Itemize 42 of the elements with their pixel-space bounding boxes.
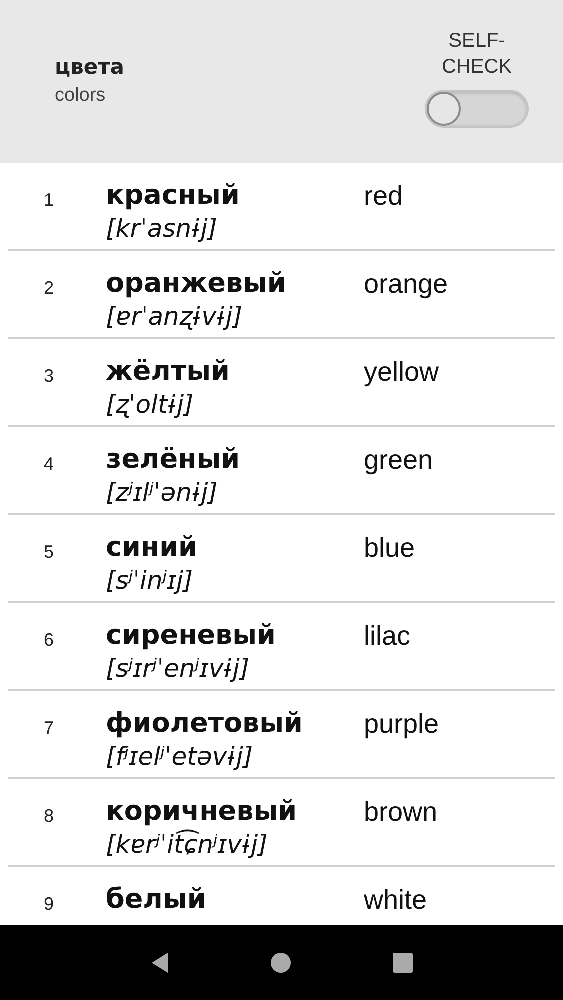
self-check-toggle[interactable]: [425, 90, 529, 128]
russian-word: сиреневый: [106, 619, 276, 653]
russian-word: синий: [106, 531, 198, 565]
translation: blue: [364, 532, 416, 564]
word-number: 3: [43, 365, 56, 387]
translation: red: [364, 180, 404, 212]
transcription: [fʲɪelʲˈetəvɨj]: [106, 741, 254, 773]
word-number: 1: [43, 189, 56, 211]
word-number: 7: [43, 717, 56, 739]
home-icon[interactable]: [270, 952, 292, 974]
word-number: 2: [43, 277, 56, 299]
list-title: цвета: [55, 55, 124, 79]
transcription: [krˈasnɨj]: [106, 213, 218, 245]
translation: brown: [364, 796, 438, 828]
transcription: [sʲɪrʲˈenʲɪvɨj]: [106, 653, 250, 685]
recents-icon[interactable]: [392, 952, 413, 972]
translation: green: [364, 444, 434, 476]
back-icon[interactable]: [150, 952, 170, 974]
russian-word: оранжевый: [106, 267, 286, 301]
transcription: [ɐrˈanʐɨvɨj]: [106, 301, 243, 333]
translation: lilac: [364, 620, 411, 652]
russian-word: фиолетовый: [106, 707, 303, 741]
translation: yellow: [364, 356, 440, 388]
word-number: 4: [43, 453, 56, 475]
transcription: [zʲɪlʲˈənɨj]: [106, 477, 218, 509]
russian-word: коричневый: [106, 795, 298, 829]
russian-word: жёлтый: [106, 355, 230, 389]
transcription: [ʐˈoltɨj]: [106, 389, 194, 421]
russian-word: белый: [106, 883, 206, 917]
translation: white: [364, 884, 428, 916]
list-subtitle: colors: [55, 85, 107, 107]
translation: purple: [364, 708, 440, 740]
word-number: 5: [43, 541, 56, 563]
russian-word: зелёный: [106, 443, 240, 477]
translation: orange: [364, 268, 448, 300]
word-number: 6: [43, 629, 56, 651]
transcription: [sʲˈinʲɪj]: [106, 565, 194, 597]
transcription: [kɐrʲˈit͡ɕnʲɪvɨj]: [106, 829, 268, 861]
russian-word: красный: [106, 179, 240, 213]
word-number: 9: [43, 893, 56, 915]
self-check-label: SELF-CHECK: [440, 29, 513, 80]
word-number: 8: [43, 805, 56, 827]
